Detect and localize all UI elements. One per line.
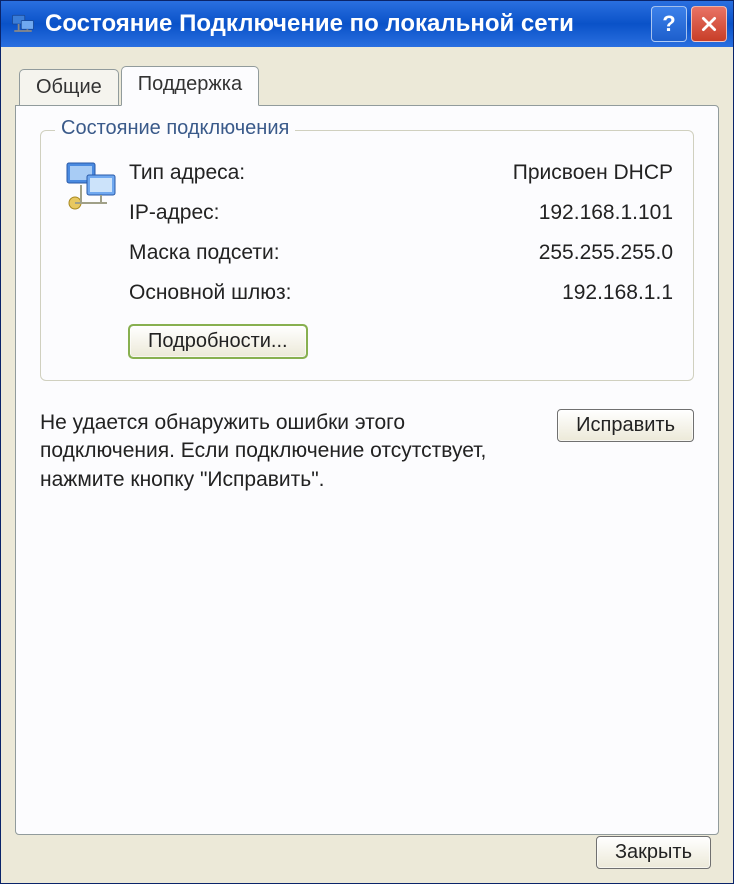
value-address-type: Присвоен DHCP (513, 161, 673, 185)
network-computers-icon (61, 153, 129, 313)
titlebar[interactable]: Состояние Подключение по локальной сети … (1, 1, 733, 47)
tab-panel-support: Состояние подключения (15, 105, 719, 835)
connection-info-table: Тип адреса: Присвоен DHCP IP-адрес: 192.… (129, 153, 673, 313)
repair-button[interactable]: Исправить (557, 409, 694, 442)
repair-text: Не удается обнаружить ошибки этого подкл… (40, 409, 533, 494)
dialog-window: Состояние Подключение по локальной сети … (0, 0, 734, 884)
details-button[interactable]: Подробности... (129, 325, 307, 358)
label-subnet-mask: Маска подсети: (129, 241, 280, 265)
tab-general[interactable]: Общие (19, 69, 119, 105)
connection-status-group: Состояние подключения (40, 130, 694, 381)
network-icon (9, 10, 37, 38)
row-subnet-mask: Маска подсети: 255.255.255.0 (129, 233, 673, 273)
window-title: Состояние Подключение по локальной сети (45, 10, 651, 38)
value-gateway: 192.168.1.1 (562, 281, 673, 305)
label-gateway: Основной шлюз: (129, 281, 291, 305)
close-button[interactable] (691, 6, 727, 42)
row-address-type: Тип адреса: Присвоен DHCP (129, 153, 673, 193)
tabs-strip: Общие Поддержка (15, 65, 719, 105)
label-ip-address: IP-адрес: (129, 201, 219, 225)
close-dialog-button[interactable]: Закрыть (596, 836, 711, 869)
label-address-type: Тип адреса: (129, 161, 245, 185)
help-button[interactable]: ? (651, 6, 687, 42)
group-legend: Состояние подключения (55, 117, 295, 140)
row-gateway: Основной шлюз: 192.168.1.1 (129, 273, 673, 313)
value-subnet-mask: 255.255.255.0 (539, 241, 673, 265)
tab-support[interactable]: Поддержка (121, 66, 259, 106)
value-ip-address: 192.168.1.101 (539, 201, 673, 225)
row-ip-address: IP-адрес: 192.168.1.101 (129, 193, 673, 233)
